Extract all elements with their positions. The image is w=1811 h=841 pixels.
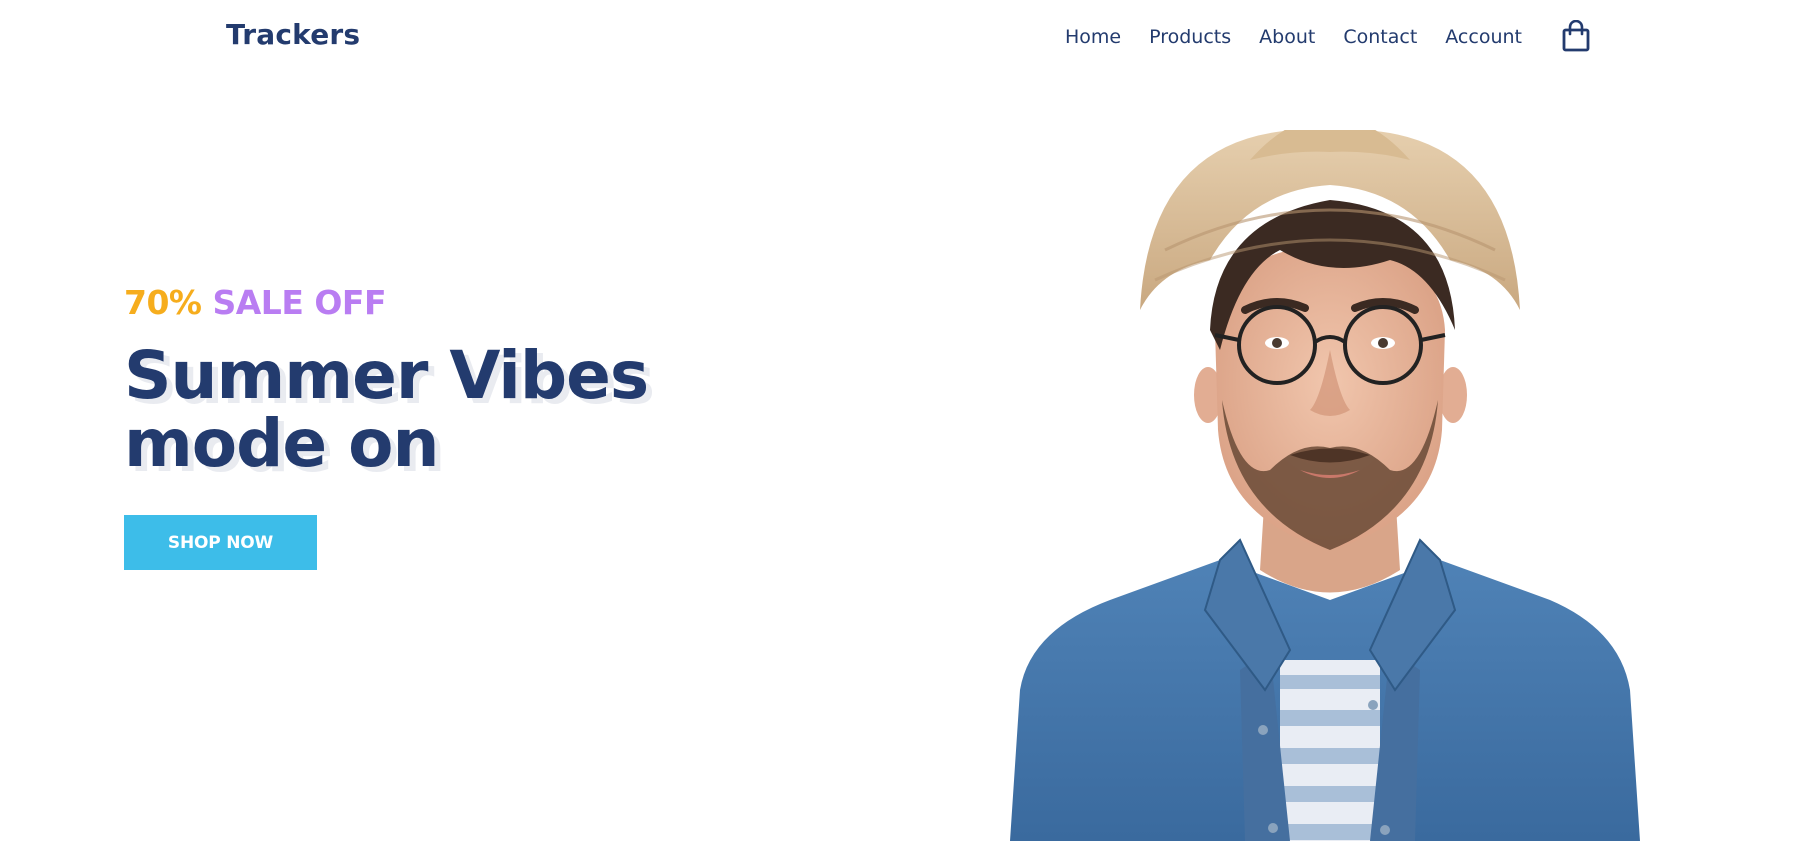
nav-links: Home Products About Contact Account bbox=[1065, 26, 1522, 48]
shop-now-button[interactable]: SHOP NOW bbox=[124, 515, 317, 570]
headline-line-2: mode on bbox=[124, 405, 439, 482]
hero-text: 70% SALE OFF Summer Vibes mode on bbox=[124, 283, 764, 478]
promo-sale-text: SALE OFF bbox=[212, 283, 387, 322]
nav-link-products[interactable]: Products bbox=[1149, 26, 1231, 48]
headline-line-1: Summer Vibes bbox=[124, 337, 649, 414]
nav-link-about[interactable]: About bbox=[1259, 26, 1315, 48]
shopping-bag-icon[interactable] bbox=[1562, 20, 1590, 52]
promo-line: 70% SALE OFF bbox=[124, 283, 764, 322]
promo-percent: 70% bbox=[124, 283, 202, 322]
logo[interactable]: Trackers bbox=[226, 18, 360, 51]
navbar: Trackers Home Products About Contact Acc… bbox=[0, 0, 1811, 78]
nav-link-contact[interactable]: Contact bbox=[1343, 26, 1417, 48]
nav-link-home[interactable]: Home bbox=[1065, 26, 1121, 48]
nav-link-account[interactable]: Account bbox=[1445, 26, 1522, 48]
hero-headline: Summer Vibes mode on bbox=[124, 342, 764, 478]
hero-model-image bbox=[1010, 130, 1640, 841]
